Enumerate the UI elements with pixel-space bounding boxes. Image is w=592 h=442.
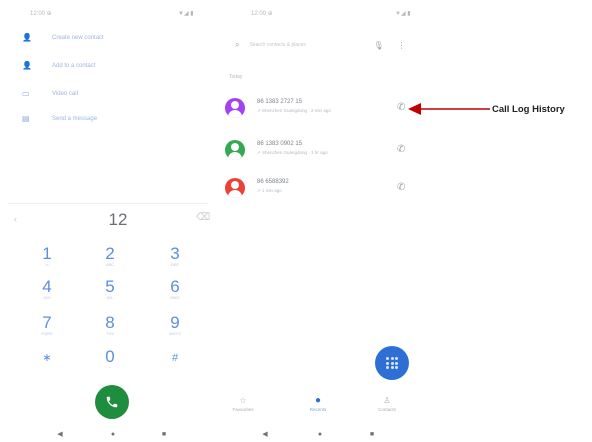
call-number: 86 1383 2727 15 bbox=[257, 99, 303, 105]
nav-recents-icon[interactable]: ■ bbox=[160, 431, 168, 439]
key-8[interactable]: 8 TUV bbox=[95, 314, 125, 336]
status-time: 12:00 ⊕ bbox=[251, 11, 273, 17]
dialed-number-field[interactable]: 12 bbox=[100, 210, 136, 230]
menu-label: Add to a contact bbox=[52, 63, 96, 69]
tab-contacts[interactable]: ♙ Contacts bbox=[365, 396, 409, 412]
tab-favourites[interactable]: ☆ Favourites bbox=[221, 396, 265, 412]
key-7[interactable]: 7 PQRS bbox=[32, 314, 62, 336]
annotation-label: Call Log History bbox=[492, 104, 565, 115]
call-log-item[interactable]: 86 1383 0902 15 ↗ Shenzhen Guangdong · 1… bbox=[221, 136, 421, 166]
key-9[interactable]: 9 WXYZ bbox=[160, 314, 190, 336]
backspace-icon[interactable]: ⌫ bbox=[196, 212, 210, 223]
call-detail: ↗ Shenzhen Guangdong · 1 hr ago bbox=[257, 150, 328, 155]
key-4[interactable]: 4 GHI bbox=[32, 278, 62, 300]
section-header: Today bbox=[229, 74, 243, 80]
key-5[interactable]: 5 JKL bbox=[95, 278, 125, 300]
menu-add-to-contact[interactable]: 👤 Add to a contact bbox=[22, 58, 95, 74]
status-time: 12:00 ⊕ bbox=[30, 11, 52, 17]
key-2[interactable]: 2 ABC bbox=[95, 245, 125, 267]
tab-recents[interactable]: ● Recents bbox=[296, 395, 340, 413]
nav-home-icon[interactable]: ● bbox=[109, 431, 117, 439]
menu-send-message[interactable]: ▤ Send a message bbox=[22, 111, 97, 127]
dialpad-icon bbox=[386, 357, 398, 369]
message-icon: ▤ bbox=[22, 114, 30, 123]
nav-recents-icon[interactable]: ■ bbox=[368, 431, 376, 439]
menu-label: Create new contact bbox=[52, 35, 104, 41]
key-0[interactable]: 0 + bbox=[95, 348, 125, 370]
menu-video-call[interactable]: ▭ Video call bbox=[22, 86, 78, 102]
call-detail: ↗ Shenzhen Guangdong · 2 min ago bbox=[257, 108, 331, 113]
key-6[interactable]: 6 MNO bbox=[160, 278, 190, 300]
clock-icon: ● bbox=[314, 395, 322, 406]
status-icons: ▼◢ ▮ bbox=[178, 11, 194, 17]
search-bar[interactable]: ⌕ Search contacts & places 🎙 ⋮ bbox=[227, 36, 423, 54]
phone-icon[interactable]: ✆ bbox=[397, 144, 405, 155]
menu-label: Video call bbox=[52, 91, 78, 97]
person-add-icon: 👤 bbox=[22, 61, 32, 70]
status-icons: ▼◢ ▮ bbox=[395, 11, 411, 17]
mic-icon[interactable]: 🎙 bbox=[373, 41, 383, 50]
phone-icon bbox=[106, 396, 118, 408]
contacts-icon: ♙ bbox=[383, 396, 391, 405]
menu-label: Send a message bbox=[52, 116, 98, 122]
star-icon: ☆ bbox=[239, 396, 247, 405]
phone-icon[interactable]: ✆ bbox=[397, 102, 405, 113]
video-call-icon: ▭ bbox=[22, 89, 30, 98]
avatar bbox=[225, 178, 245, 198]
avatar bbox=[225, 98, 245, 118]
nav-back-icon[interactable]: ◀ bbox=[261, 431, 269, 439]
key-hash[interactable]: # bbox=[160, 350, 190, 367]
key-star[interactable]: ∗ bbox=[32, 350, 62, 367]
key-1[interactable]: 1 ∞ bbox=[32, 245, 62, 267]
search-input[interactable]: Search contacts & places bbox=[249, 42, 353, 48]
annotation-arrow bbox=[408, 103, 490, 115]
dialer-screen: 12:00 ⊕ ▼◢ ▮ 👤 Create new contact 👤 Add … bbox=[0, 0, 215, 442]
nav-home-icon[interactable]: ● bbox=[316, 431, 324, 439]
call-log-item[interactable]: 86 6588392 ↗ 1 min ago ✆ bbox=[221, 174, 421, 204]
call-number: 86 6588392 bbox=[257, 179, 289, 185]
phone-icon[interactable]: ✆ bbox=[397, 182, 405, 193]
recents-screen: 12:00 ⊕ ▼◢ ▮ ⌕ Search contacts & places … bbox=[215, 0, 430, 442]
call-number: 86 1383 0902 15 bbox=[257, 141, 303, 147]
call-log-item[interactable]: 86 1383 2727 15 ↗ Shenzhen Guangdong · 2… bbox=[221, 94, 421, 124]
divider bbox=[8, 203, 208, 204]
key-3[interactable]: 3 DEF bbox=[160, 245, 190, 267]
more-vert-icon[interactable]: ⋮ bbox=[398, 41, 406, 50]
avatar bbox=[225, 140, 245, 160]
nav-back-icon[interactable]: ◀ bbox=[56, 431, 64, 439]
call-detail: ↗ 1 min ago bbox=[257, 188, 282, 193]
menu-create-contact[interactable]: 👤 Create new contact bbox=[22, 30, 104, 46]
chevron-left-icon[interactable]: ‹ bbox=[14, 214, 17, 224]
person-add-icon: 👤 bbox=[22, 33, 32, 42]
dialpad-fab-button[interactable] bbox=[375, 346, 409, 380]
call-button[interactable] bbox=[95, 385, 129, 419]
search-icon: ⌕ bbox=[235, 40, 240, 49]
